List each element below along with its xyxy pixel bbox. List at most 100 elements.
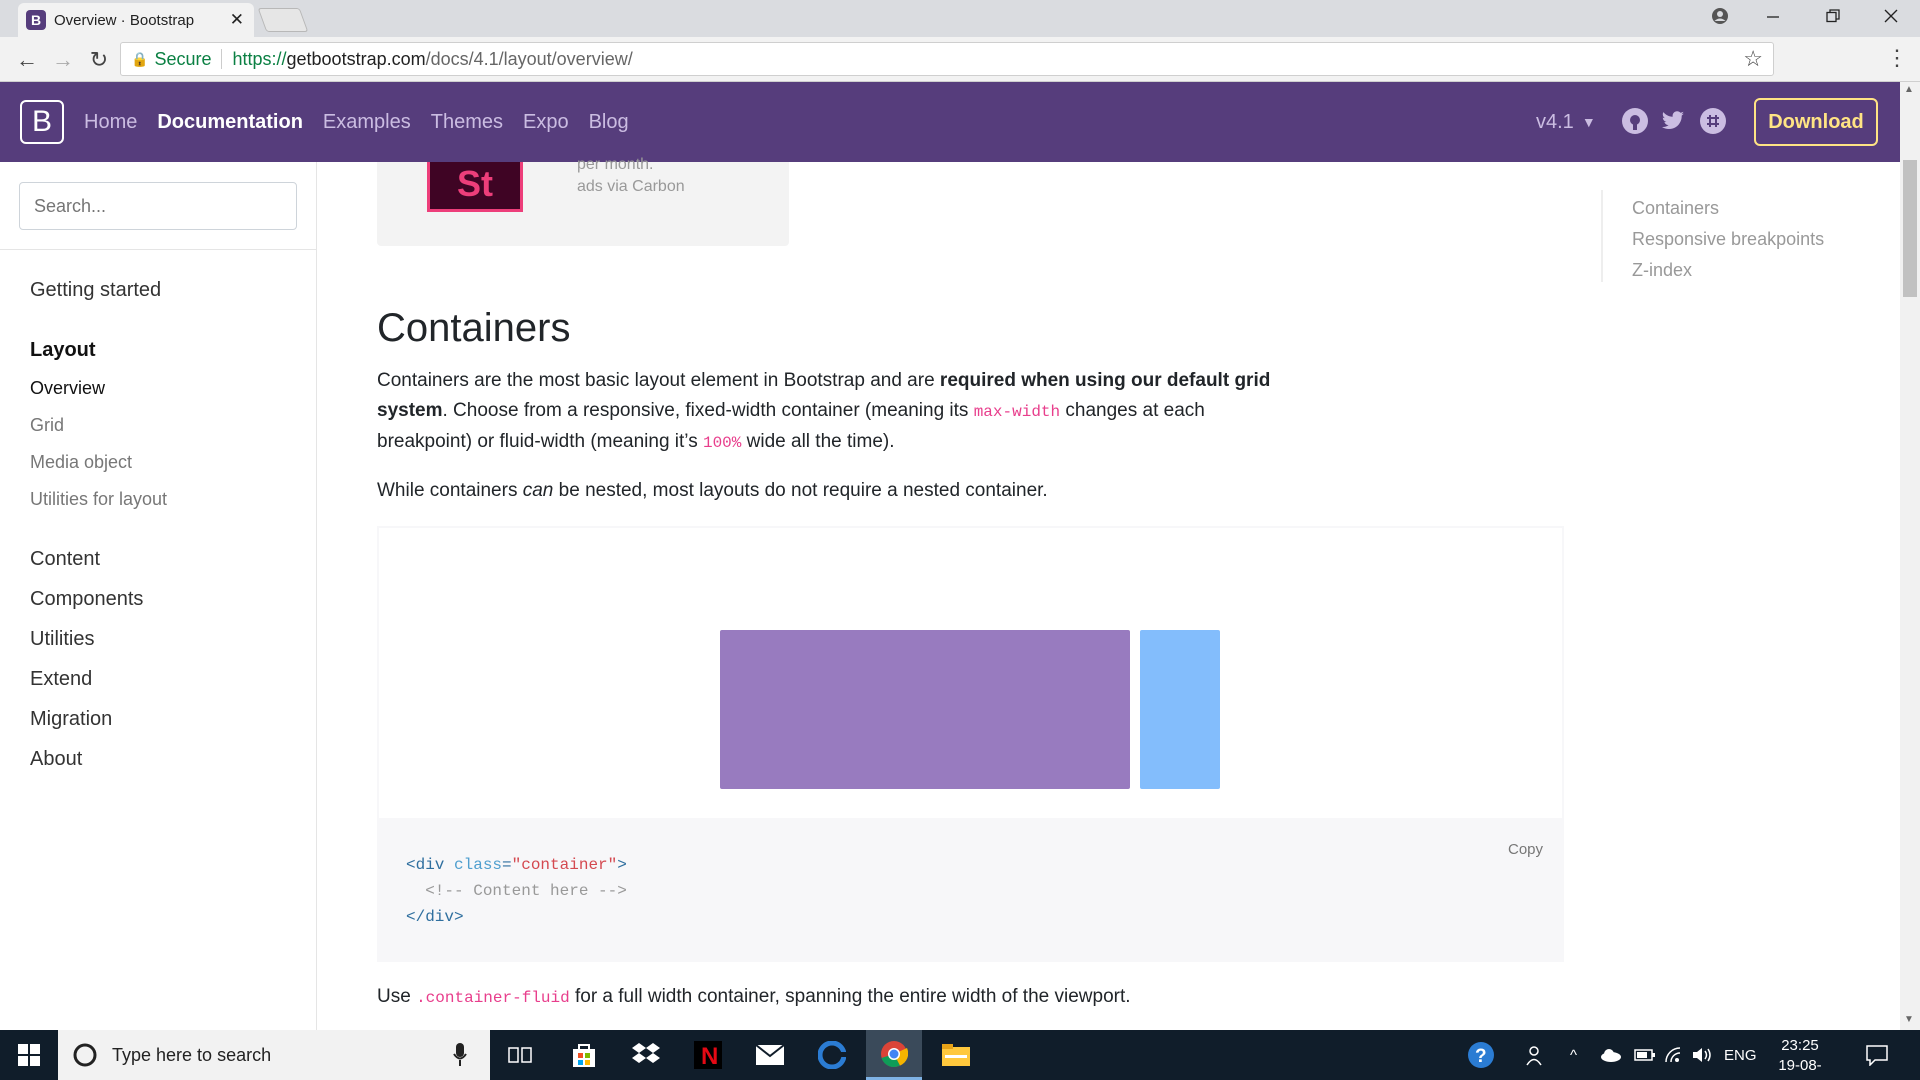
clock-date: 19-08-2018 xyxy=(1778,1057,1822,1080)
toc-item-responsive-breakpoints[interactable]: Responsive breakpoints xyxy=(1632,229,1824,250)
code-string: "container" xyxy=(511,856,618,874)
onedrive-icon[interactable] xyxy=(1600,1030,1622,1080)
sidebar-item-getting-started[interactable]: Getting started xyxy=(30,279,161,302)
page-scrollbar-thumb[interactable] xyxy=(1903,160,1917,297)
inline-code: .container-fluid xyxy=(416,989,570,1007)
language-indicator[interactable]: ENG xyxy=(1724,1030,1757,1080)
close-window-icon[interactable] xyxy=(1868,0,1914,32)
github-icon[interactable] xyxy=(1622,108,1648,134)
url-scheme: https:// xyxy=(232,48,287,69)
sidebar-item-migration[interactable]: Migration xyxy=(30,708,112,731)
store-icon[interactable] xyxy=(556,1030,612,1080)
browser-tab[interactable]: B Overview · Bootstrap ✕ xyxy=(18,3,254,37)
taskbar-search-placeholder: Type here to search xyxy=(112,1044,272,1065)
back-icon[interactable]: ← xyxy=(12,45,42,75)
docs-navbar: B Home Documentation Examples Themes Exp… xyxy=(0,82,1900,162)
svg-text:N: N xyxy=(701,1043,718,1069)
bookmark-star-icon[interactable]: ☆ xyxy=(1743,46,1763,72)
restore-icon[interactable] xyxy=(1810,0,1856,32)
netflix-icon[interactable]: N xyxy=(680,1030,736,1080)
download-button[interactable]: Download xyxy=(1754,98,1878,146)
tab-close-icon[interactable]: ✕ xyxy=(230,10,244,30)
chrome-icon[interactable] xyxy=(866,1030,922,1080)
url-host: getbootstrap.com xyxy=(286,48,426,69)
copy-button[interactable]: Copy xyxy=(1508,841,1543,858)
page-heading: Containers xyxy=(377,306,571,350)
action-center-icon[interactable] xyxy=(1866,1030,1888,1080)
bold-text: system xyxy=(377,400,443,421)
nav-blog[interactable]: Blog xyxy=(589,111,629,134)
new-tab-button[interactable] xyxy=(257,8,309,32)
docs-sidebar: Getting started Layout Overview Grid Med… xyxy=(0,162,317,1030)
ad-line1: per month. xyxy=(577,156,654,173)
mail-icon[interactable] xyxy=(742,1030,798,1080)
sidebar-subitem-overview[interactable]: Overview xyxy=(30,378,105,399)
code-line-1: <div class="container"> xyxy=(406,856,627,874)
version-label: v4.1 xyxy=(1536,110,1574,133)
microphone-icon[interactable] xyxy=(453,1043,467,1072)
text-run: . Choose from a responsive, fixed-width … xyxy=(442,400,974,421)
bootstrap-logo[interactable]: B xyxy=(20,100,64,144)
scroll-up-icon[interactable]: ▲ xyxy=(1904,84,1914,95)
toc-item-z-index[interactable]: Z-index xyxy=(1632,260,1692,281)
windows-start-icon[interactable] xyxy=(0,1030,58,1080)
toc-item-containers[interactable]: Containers xyxy=(1632,198,1719,219)
help-icon[interactable]: ? xyxy=(1466,1030,1496,1080)
sidebar-item-layout[interactable]: Layout xyxy=(30,339,96,362)
nav-examples[interactable]: Examples xyxy=(323,111,411,134)
text-run: While containers xyxy=(377,480,523,501)
example-side-box xyxy=(1140,630,1220,789)
address-bar[interactable]: 🔒 Secure https:// getbootstrap.com /docs… xyxy=(120,42,1774,76)
sidebar-item-extend[interactable]: Extend xyxy=(30,668,92,691)
file-explorer-icon[interactable] xyxy=(928,1030,984,1080)
windows-taskbar: Type here to search N ? ^ ENG 23:25 19-0… xyxy=(0,1030,1920,1080)
profile-icon[interactable] xyxy=(1697,0,1743,32)
caret-down-icon: ▼ xyxy=(1581,114,1596,130)
version-dropdown[interactable]: v4.1 ▼ xyxy=(1536,82,1596,162)
italic-text: can xyxy=(522,480,554,501)
secure-label: Secure xyxy=(154,48,212,69)
twitter-icon[interactable] xyxy=(1660,108,1686,134)
forward-icon[interactable]: → xyxy=(48,45,78,75)
nav-expo[interactable]: Expo xyxy=(523,111,569,134)
ad-text: per month. ads via Carbon xyxy=(577,156,685,198)
battery-icon[interactable] xyxy=(1634,1030,1656,1080)
sidebar-subitem-utilities-for-layout[interactable]: Utilities for layout xyxy=(30,489,167,510)
code-line-3: </div> xyxy=(406,908,464,926)
omnibox-separator xyxy=(221,49,223,69)
reload-icon[interactable]: ↻ xyxy=(84,45,114,75)
edge-icon[interactable] xyxy=(804,1030,860,1080)
text-run: Containers are the most basic layout ele… xyxy=(377,370,940,391)
dropbox-icon[interactable] xyxy=(618,1030,674,1080)
text-run: breakpoint) or fluid-width (meaning it’s xyxy=(377,431,703,452)
nav-themes[interactable]: Themes xyxy=(431,111,503,134)
sidebar-item-content[interactable]: Content xyxy=(30,548,100,571)
minimize-icon[interactable] xyxy=(1750,0,1796,32)
browser-menu-icon[interactable]: ⋮ xyxy=(1886,45,1908,71)
task-view-icon[interactable] xyxy=(492,1030,548,1080)
sidebar-item-utilities[interactable]: Utilities xyxy=(30,628,94,651)
bootstrap-favicon-icon: B xyxy=(26,10,46,30)
ad-logo[interactable]: St xyxy=(427,162,523,212)
sidebar-subitem-grid[interactable]: Grid xyxy=(30,415,64,436)
scroll-down-icon[interactable]: ▼ xyxy=(1904,1014,1914,1025)
slack-icon[interactable] xyxy=(1700,108,1726,134)
clock-time: 23:25 xyxy=(1781,1037,1819,1054)
taskbar-clock[interactable]: 23:25 19-08-2018 xyxy=(1764,1036,1836,1080)
example-container-box xyxy=(720,630,1130,789)
text-run: changes at each xyxy=(1060,400,1205,421)
sidebar-item-about[interactable]: About xyxy=(30,748,82,771)
volume-icon[interactable] xyxy=(1692,1030,1714,1080)
cortana-icon xyxy=(73,1043,97,1067)
ad-attribution[interactable]: ads via Carbon xyxy=(577,176,685,198)
tray-overflow-icon[interactable]: ^ xyxy=(1570,1030,1577,1080)
sidebar-item-components[interactable]: Components xyxy=(30,588,143,611)
people-icon[interactable] xyxy=(1526,1030,1548,1080)
docs-search-input[interactable] xyxy=(19,182,297,230)
taskbar-search[interactable]: Type here to search xyxy=(58,1030,490,1080)
wifi-icon[interactable] xyxy=(1664,1030,1684,1080)
nav-home[interactable]: Home xyxy=(84,111,137,134)
sidebar-subitem-media-object[interactable]: Media object xyxy=(30,452,132,473)
carbon-ad[interactable]: St per month. ads via Carbon xyxy=(377,156,789,246)
nav-documentation[interactable]: Documentation xyxy=(157,111,303,134)
